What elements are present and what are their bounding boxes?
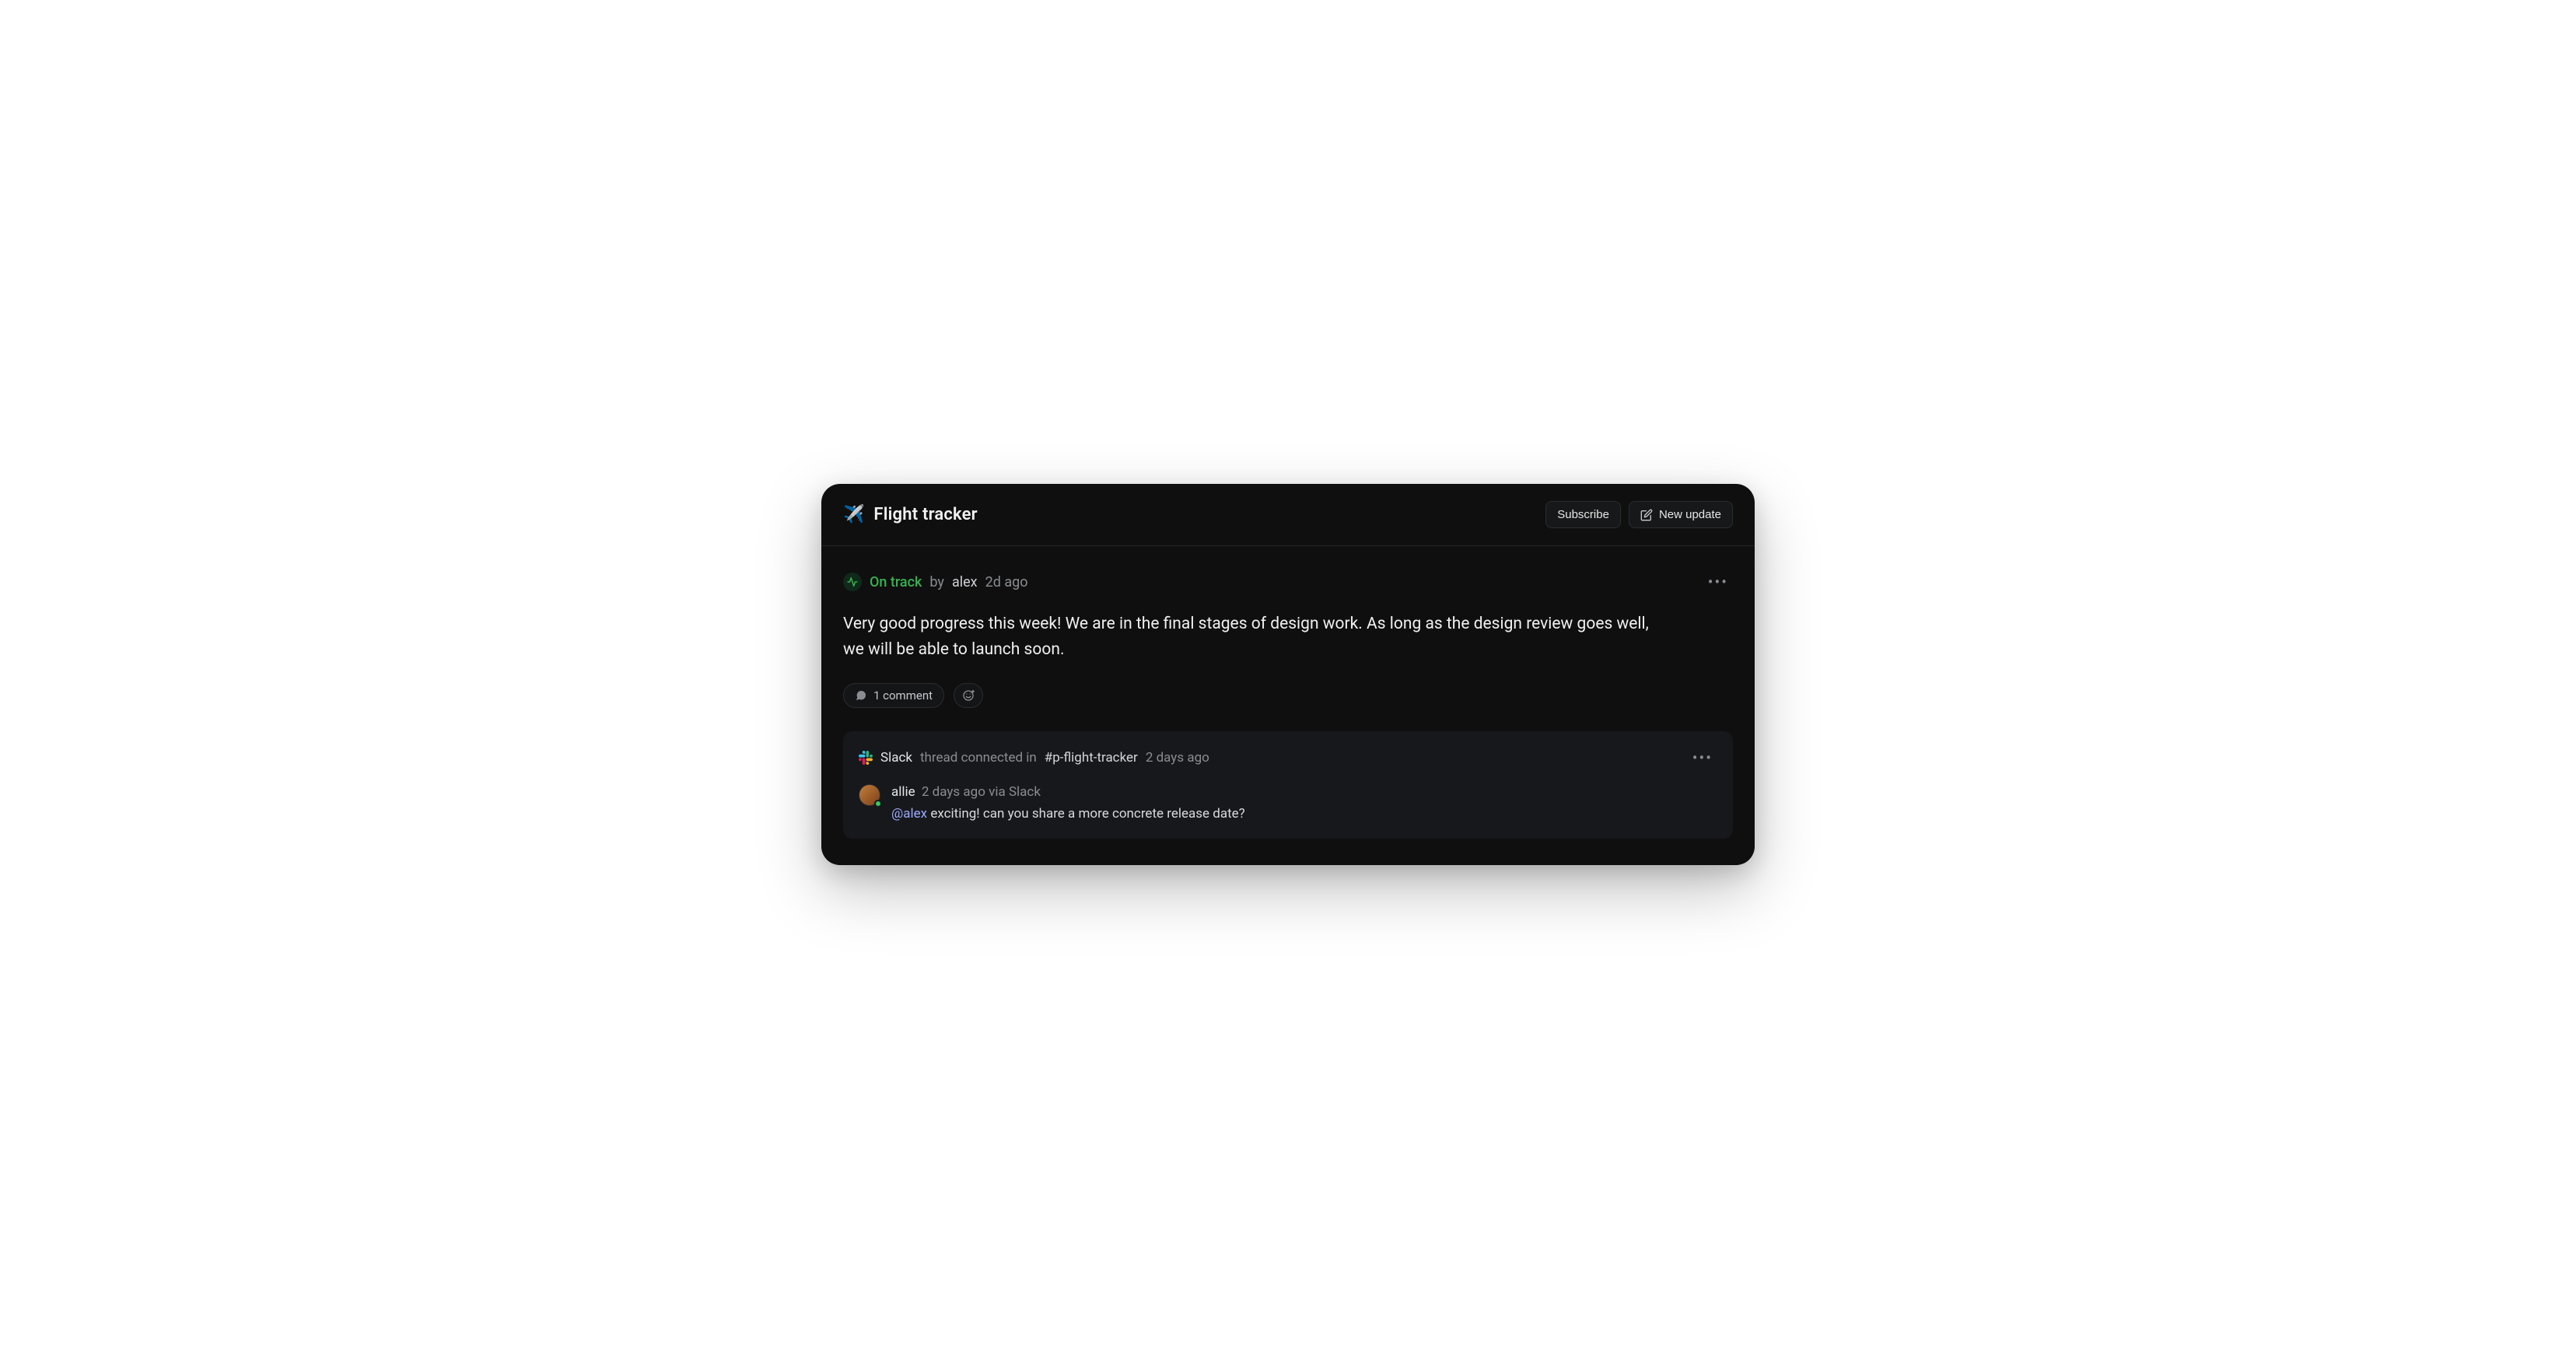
by-label: by xyxy=(929,574,944,590)
avatar-wrap[interactable] xyxy=(859,784,880,806)
mention[interactable]: @alex xyxy=(891,806,927,822)
comment-via: via Slack xyxy=(989,784,1041,800)
comment-time: 2 days ago xyxy=(922,784,985,800)
status-left: On track by alex 2d ago xyxy=(843,573,1028,591)
thread-header-left: Slack thread connected in #p-flight-trac… xyxy=(859,750,1209,766)
thread-channel[interactable]: #p-flight-tracker xyxy=(1045,750,1138,766)
comment-meta: allie 2 days ago via Slack xyxy=(891,784,1245,800)
new-update-button[interactable]: New update xyxy=(1629,501,1733,528)
presence-online-icon xyxy=(874,800,882,808)
emoji-add-icon xyxy=(962,689,975,702)
subscribe-label: Subscribe xyxy=(1557,508,1609,521)
activity-icon xyxy=(847,576,858,587)
card-header: ✈️ Flight tracker Subscribe New update xyxy=(821,484,1755,546)
project-update-card: ✈️ Flight tracker Subscribe New update xyxy=(821,484,1755,864)
thread-more-button[interactable]: ••• xyxy=(1688,745,1717,770)
card-body: On track by alex 2d ago ••• Very good pr… xyxy=(821,546,1755,864)
thread-comment: allie 2 days ago via Slack @alex excitin… xyxy=(859,784,1717,822)
thread-header: Slack thread connected in #p-flight-trac… xyxy=(859,745,1717,770)
thread-source: Slack xyxy=(880,750,912,766)
page-title: Flight tracker xyxy=(873,505,977,524)
add-reaction-button[interactable] xyxy=(954,683,983,708)
status-label: On track xyxy=(870,574,922,590)
title-wrap: ✈️ Flight tracker xyxy=(843,505,978,524)
update-body: Very good progress this week! We are in … xyxy=(843,611,1652,662)
comment-author[interactable]: allie xyxy=(891,784,915,800)
comments-button[interactable]: 1 comment xyxy=(843,683,944,708)
status-row: On track by alex 2d ago ••• xyxy=(843,569,1733,594)
meta-row: 1 comment xyxy=(843,683,1733,708)
status-badge-icon xyxy=(843,573,862,591)
subscribe-button[interactable]: Subscribe xyxy=(1545,501,1621,528)
edit-icon xyxy=(1640,509,1653,521)
thread-time: 2 days ago xyxy=(1146,750,1209,766)
slack-icon xyxy=(859,751,873,765)
comment-icon xyxy=(855,689,867,702)
update-author[interactable]: alex xyxy=(952,574,978,590)
new-update-label: New update xyxy=(1659,508,1721,521)
slack-thread: Slack thread connected in #p-flight-trac… xyxy=(843,731,1733,839)
more-menu-button[interactable]: ••• xyxy=(1703,569,1733,594)
comment-text: @alex exciting! can you share a more con… xyxy=(891,806,1245,822)
plane-icon: ✈️ xyxy=(843,506,864,524)
thread-connected-label: thread connected in xyxy=(920,750,1037,766)
comment-message: exciting! can you share a more concrete … xyxy=(930,806,1244,822)
header-actions: Subscribe New update xyxy=(1545,501,1733,528)
update-time: 2d ago xyxy=(985,574,1028,590)
comments-count-label: 1 comment xyxy=(873,689,933,703)
comment-body: allie 2 days ago via Slack @alex excitin… xyxy=(891,784,1245,822)
